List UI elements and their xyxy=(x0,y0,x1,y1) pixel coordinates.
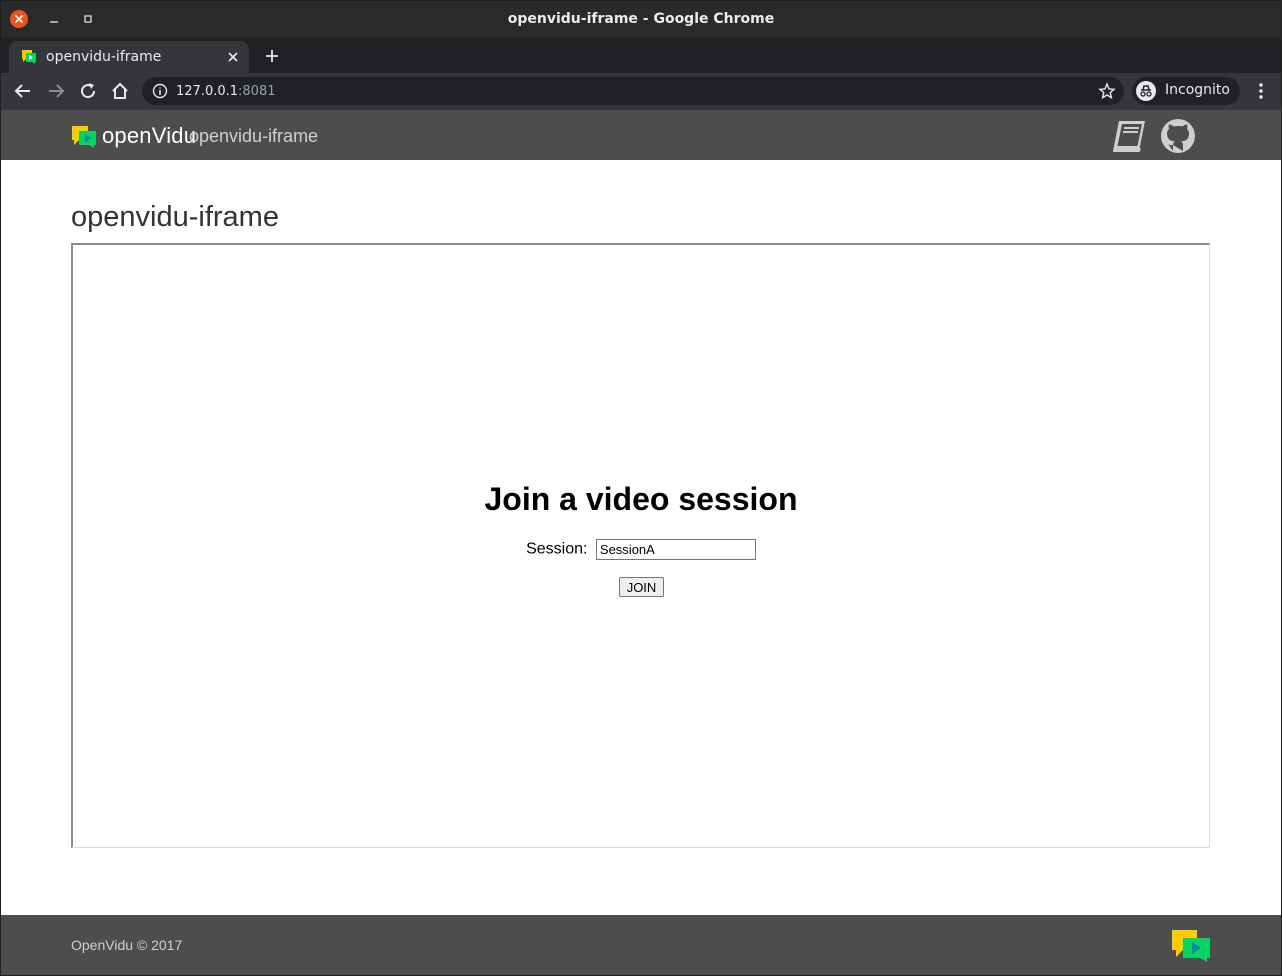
window-title: openvidu-iframe - Google Chrome xyxy=(507,11,775,27)
url-host: 127.0.0.1 xyxy=(176,84,239,99)
bookmark-star-icon[interactable] xyxy=(1098,82,1116,100)
app-navbar: openVidu openvidu-iframe xyxy=(1,110,1281,160)
incognito-icon xyxy=(1136,81,1156,101)
site-info-icon[interactable] xyxy=(152,83,168,99)
join-session-heading: Join a video session xyxy=(484,481,798,517)
session-label: Session: xyxy=(526,540,588,558)
openvidu-footer-logo-icon[interactable] xyxy=(1171,929,1211,963)
reload-icon[interactable] xyxy=(78,81,98,101)
book-icon[interactable] xyxy=(1109,118,1149,154)
tab-close-icon[interactable] xyxy=(225,49,241,65)
session-form-row: Session: xyxy=(73,539,1209,560)
new-tab-icon[interactable] xyxy=(263,47,281,65)
brand-logo-text[interactable]: openVidu xyxy=(102,123,196,149)
session-input[interactable] xyxy=(595,539,756,560)
navbar-app-name[interactable]: openvidu-iframe xyxy=(189,126,318,147)
page-title: openvidu-iframe xyxy=(71,201,279,233)
home-icon[interactable] xyxy=(110,81,130,101)
footer: OpenVidu © 2017 xyxy=(1,915,1281,975)
more-vert-icon[interactable] xyxy=(1251,81,1271,101)
footer-copyright: OpenVidu © 2017 xyxy=(71,937,183,953)
back-arrow-icon[interactable] xyxy=(13,81,33,101)
tab-openvidu-iframe[interactable]: openvidu-iframe xyxy=(9,41,249,73)
embedded-iframe: Join a video session Session: JOIN xyxy=(71,243,1210,848)
tab-strip: openvidu-iframe xyxy=(1,38,1281,73)
browser-toolbar: 127.0.0.1:8081 Incognito xyxy=(1,73,1281,110)
title-bar: openvidu-iframe - Google Chrome xyxy=(1,1,1281,38)
tab-title: openvidu-iframe xyxy=(46,49,162,65)
openvidu-favicon-icon xyxy=(22,50,36,64)
url-port: :8081 xyxy=(238,84,276,99)
incognito-indicator[interactable]: Incognito xyxy=(1132,77,1240,105)
openvidu-logo-icon[interactable] xyxy=(71,125,97,149)
join-button[interactable]: JOIN xyxy=(619,577,664,597)
url-text: 127.0.0.1:8081 xyxy=(176,84,276,99)
forward-arrow-icon[interactable] xyxy=(46,81,66,101)
github-icon[interactable] xyxy=(1160,118,1196,154)
incognito-label: Incognito xyxy=(1165,82,1230,98)
address-bar[interactable]: 127.0.0.1:8081 xyxy=(142,77,1124,105)
browser-window: openvidu-iframe - Google Chrome openvidu… xyxy=(0,0,1282,976)
